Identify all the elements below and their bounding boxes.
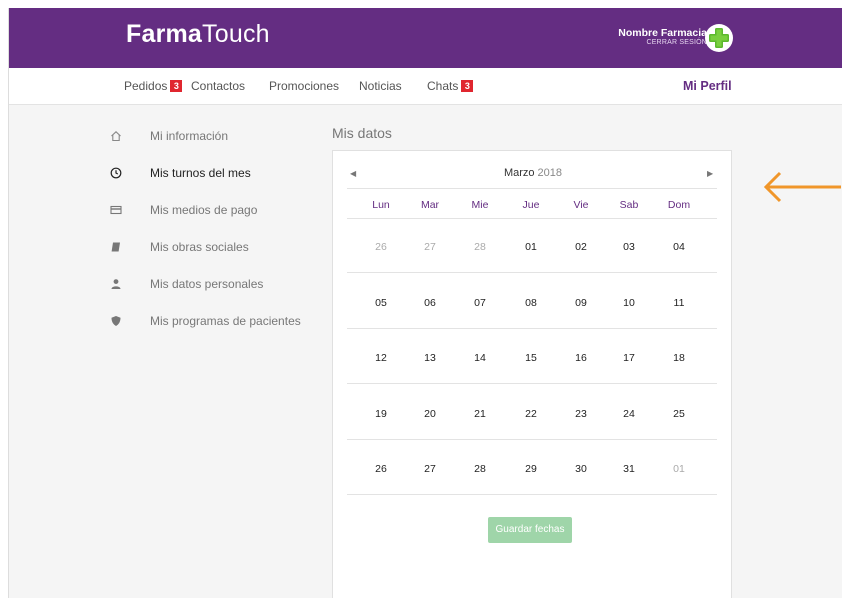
calendar-day[interactable]: 18: [664, 352, 694, 364]
calendar-day[interactable]: 05: [366, 297, 396, 309]
calendar-day[interactable]: 04: [664, 241, 694, 253]
sidebar-item-pagos[interactable]: Mis medios de pago: [109, 200, 257, 220]
logo-light: Touch: [202, 20, 270, 48]
calendar-day[interactable]: 16: [566, 352, 596, 364]
sidebar-item-datos[interactable]: Mis datos personales: [109, 274, 263, 294]
calendar-row-divider: [347, 327, 717, 329]
calendar-next-button[interactable]: ▶: [707, 169, 713, 178]
chats-count-badge: 3: [461, 80, 474, 92]
calendar-day[interactable]: 14: [465, 352, 495, 364]
logout-link[interactable]: CERRAR SESIÓN: [589, 39, 707, 47]
save-dates-button[interactable]: Guardar fechas: [488, 517, 572, 543]
calendar-day[interactable]: 03: [614, 241, 644, 253]
calendar-row-divider: [347, 383, 717, 384]
calendar-day[interactable]: 01: [664, 463, 694, 475]
app-logo[interactable]: FarmaTouch: [126, 20, 270, 49]
nav-pedidos[interactable]: Pedidos 3: [124, 79, 183, 93]
calendar-day[interactable]: 27: [415, 463, 445, 475]
nav-chats-label: Chats: [427, 79, 459, 93]
weekday-label: Mie: [471, 199, 489, 211]
nav-bar: Pedidos 3 Contactos Promociones Noticias …: [9, 68, 842, 105]
calendar-day[interactable]: 17: [614, 352, 644, 364]
calendar-divider: [347, 188, 717, 189]
calendar-day[interactable]: 19: [366, 408, 396, 420]
calendar-day[interactable]: 29: [516, 463, 546, 475]
sidebar-item-programas[interactable]: Mis programas de pacientes: [109, 311, 301, 331]
calendar-year: 2018: [537, 167, 563, 179]
sidebar-item-info[interactable]: Mi información: [109, 126, 228, 146]
nav-noticias[interactable]: Noticias: [359, 79, 402, 93]
calendar-day[interactable]: 28: [465, 463, 495, 475]
calendar-day[interactable]: 31: [614, 463, 644, 475]
calendar-day[interactable]: 21: [465, 408, 495, 420]
calendar-day[interactable]: 26: [366, 463, 396, 475]
calendar-day[interactable]: 26: [366, 241, 396, 253]
pedidos-count-badge: 3: [170, 80, 183, 92]
sidebar-item-label: Mis datos personales: [150, 277, 264, 291]
calendar-row-divider: [347, 272, 717, 273]
weekday-label: Lun: [372, 199, 390, 211]
green-cross-icon: [705, 24, 733, 52]
calendar-day[interactable]: 28: [465, 241, 495, 253]
calendar-day[interactable]: 13: [415, 352, 445, 364]
clock-icon: [109, 166, 123, 180]
book-icon: [109, 240, 123, 254]
nav-profile[interactable]: Mi Perfil: [683, 79, 732, 93]
home-icon: [109, 129, 123, 143]
calendar-day[interactable]: 08: [516, 297, 546, 309]
calendar-day[interactable]: 06: [415, 297, 445, 309]
sidebar-item-obras[interactable]: Mis obras sociales: [109, 237, 249, 257]
calendar-day[interactable]: 10: [614, 297, 644, 309]
calendar-day[interactable]: 15: [516, 352, 546, 364]
app-frame: FarmaTouch Nombre Farmacia CERRAR SESIÓN…: [8, 8, 842, 598]
calendar-day[interactable]: 25: [664, 408, 694, 420]
sidebar-item-turnos[interactable]: Mis turnos del mes: [109, 163, 251, 183]
calendar-day[interactable]: 02: [566, 241, 596, 253]
calendar-day[interactable]: 09: [566, 297, 596, 309]
weekday-label: Mar: [420, 199, 440, 211]
page-title: Mis datos: [332, 125, 392, 141]
credit-card-icon: [109, 203, 123, 217]
calendar-day[interactable]: 11: [664, 297, 694, 309]
calendar-day[interactable]: 12: [366, 352, 396, 364]
sidebar-item-label: Mis programas de pacientes: [150, 314, 301, 328]
calendar-panel: ◀ Marzo 2018 ▶ Lun Mar Mie Jue Vie Sab Dom 26 27…: [332, 150, 732, 598]
calendar-day[interactable]: 22: [516, 408, 546, 420]
weekday-label: Jue: [522, 199, 540, 211]
sidebar-item-label: Mis obras sociales: [150, 240, 249, 254]
nav-chats[interactable]: Chats 3: [427, 79, 474, 93]
orange-arrow-annotation: [763, 171, 841, 203]
calendar-day[interactable]: 01: [516, 241, 546, 253]
calendar-row-divider: [347, 438, 717, 440]
nav-pedidos-label: Pedidos: [124, 79, 168, 93]
calendar-row-divider: [347, 494, 717, 495]
sidebar-item-label: Mis turnos del mes: [150, 166, 251, 180]
nav-promociones[interactable]: Promociones: [269, 79, 339, 93]
calendar-divider: [347, 218, 717, 219]
shield-icon: [109, 314, 123, 328]
calendar-day[interactable]: 27: [415, 241, 445, 253]
calendar-day[interactable]: 30: [566, 463, 596, 475]
calendar-month-title: Marzo 2018: [333, 167, 733, 179]
weekday-label: Vie: [573, 199, 589, 211]
sidebar-item-label: Mi información: [150, 129, 229, 143]
weekday-label: Dom: [667, 199, 691, 211]
calendar-month: Marzo: [503, 167, 535, 179]
calendar-day[interactable]: 23: [566, 408, 596, 420]
user-icon: [109, 277, 123, 291]
top-bar: FarmaTouch Nombre Farmacia CERRAR SESIÓN: [9, 8, 842, 68]
sidebar-item-label: Mis medios de pago: [150, 203, 258, 217]
pharmacy-name: Nombre Farmacia: [618, 27, 707, 39]
nav-contactos[interactable]: Contactos: [191, 79, 245, 93]
calendar-day[interactable]: 07: [465, 297, 495, 309]
calendar-day[interactable]: 24: [614, 408, 644, 420]
weekday-label: Sab: [619, 199, 639, 211]
logo-bold: Farma: [126, 20, 203, 48]
calendar-day[interactable]: 20: [415, 408, 445, 420]
